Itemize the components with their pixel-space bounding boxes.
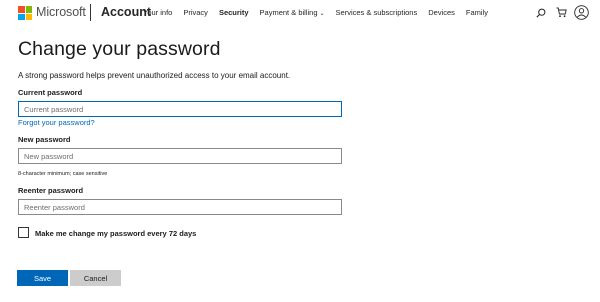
current-password-input[interactable] <box>18 101 342 117</box>
nav-item-your-info[interactable]: Your info <box>143 8 172 17</box>
cancel-button[interactable]: Cancel <box>70 270 121 286</box>
profile-icon[interactable] <box>574 5 589 20</box>
microsoft-logo-icon[interactable] <box>18 6 32 20</box>
nav-item-services-subscriptions[interactable]: Services & subscriptions <box>336 8 418 17</box>
top-nav: Your info Privacy Security Payment & bil… <box>143 8 499 17</box>
nav-item-devices[interactable]: Devices <box>428 8 455 17</box>
top-header: Microsoft Account Your info Privacy Secu… <box>0 0 600 26</box>
chevron-down-icon: ⌄ <box>319 11 325 17</box>
nav-item-payment-billing[interactable]: Payment & billing ⌄ <box>260 8 325 17</box>
change-password-page: Microsoft Account Your info Privacy Secu… <box>0 0 600 302</box>
new-password-label: New password <box>18 135 71 144</box>
password-requirements-hint: 8-character minimum; case sensitive <box>18 171 108 177</box>
brand-name[interactable]: Microsoft <box>36 5 86 19</box>
page-description: A strong password helps prevent unauthor… <box>18 71 291 80</box>
page-title: Change your password <box>18 38 221 60</box>
nav-item-security[interactable]: Security <box>219 8 249 17</box>
save-button[interactable]: Save <box>17 270 68 286</box>
current-password-label: Current password <box>18 88 83 97</box>
expire-password-label[interactable]: Make me change my password every 72 days <box>35 229 196 238</box>
nav-item-label: Payment & billing <box>259 8 318 17</box>
forgot-password-link[interactable]: Forgot your password? <box>18 118 95 127</box>
new-password-input[interactable] <box>18 148 342 164</box>
nav-item-family[interactable]: Family <box>466 8 488 17</box>
expire-password-checkbox[interactable] <box>18 227 29 238</box>
header-divider <box>90 4 91 21</box>
cart-icon[interactable] <box>556 7 567 18</box>
reenter-password-label: Reenter password <box>18 186 84 195</box>
search-icon[interactable] <box>536 8 546 18</box>
nav-item-privacy[interactable]: Privacy <box>183 8 208 17</box>
reenter-password-input[interactable] <box>18 199 342 215</box>
